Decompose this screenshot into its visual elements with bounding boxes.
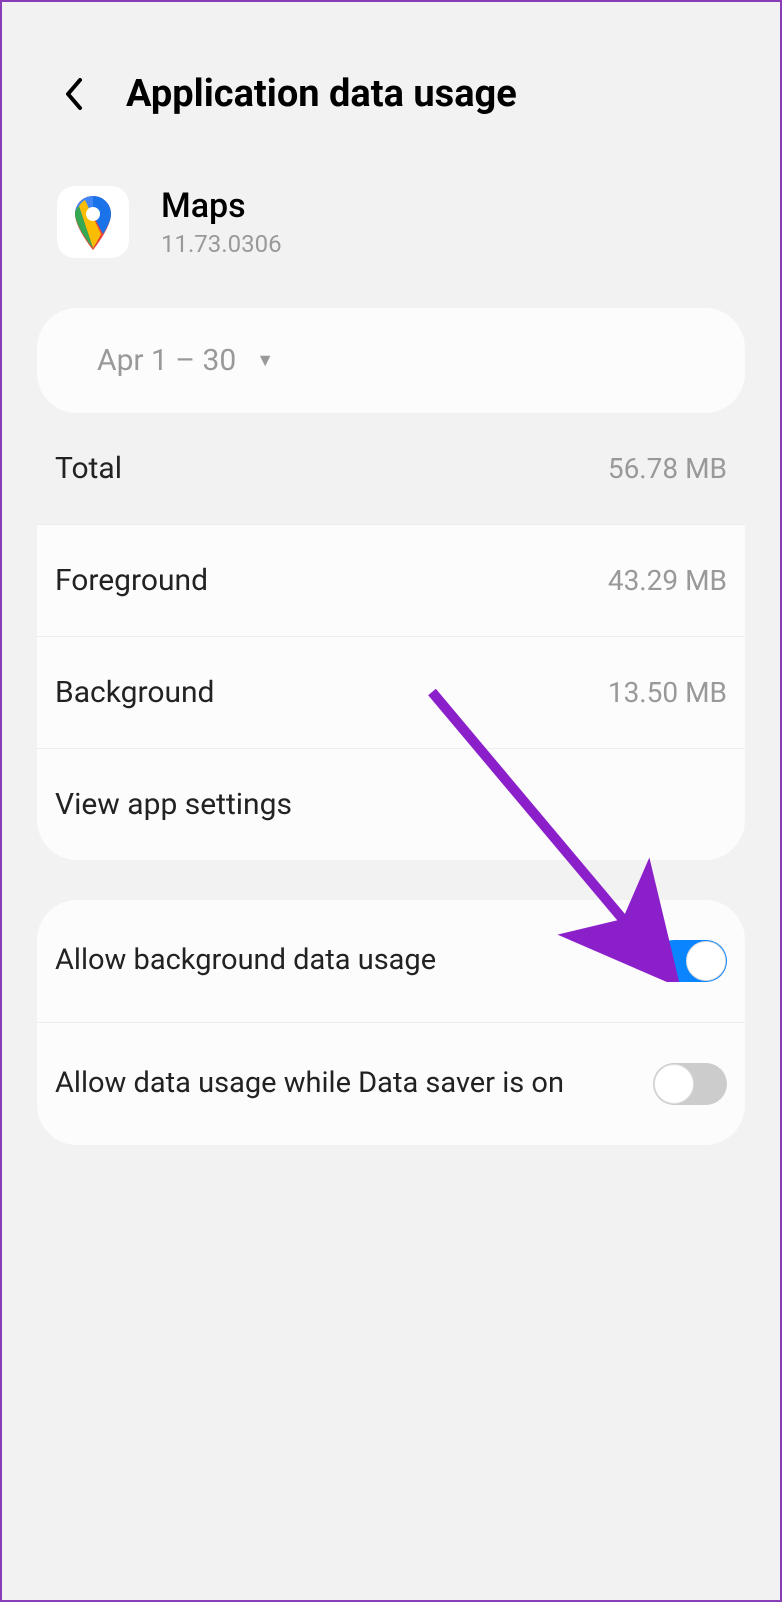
toggle-row-allow-data-saver[interactable]: Allow data usage while Data saver is on — [37, 1023, 745, 1145]
stat-row-foreground: Foreground 43.29 MB — [37, 525, 745, 637]
toggle-label: Allow background data usage — [55, 941, 653, 980]
stat-value: 13.50 MB — [608, 676, 727, 709]
view-app-settings-link[interactable]: View app settings — [37, 749, 745, 860]
chevron-down-icon: ▼ — [256, 350, 274, 371]
toggle-switch[interactable] — [653, 940, 727, 982]
stat-value: 56.78 MB — [608, 452, 727, 485]
app-name: Maps — [161, 186, 282, 226]
toggle-knob — [654, 1064, 694, 1104]
page-title: Application data usage — [126, 72, 517, 116]
app-info: Maps 11.73.0306 — [2, 166, 780, 288]
app-text: Maps 11.73.0306 — [161, 186, 282, 258]
toggle-knob — [686, 941, 726, 981]
stats-card: Total 56.78 MB Foreground 43.29 MB Backg… — [37, 413, 745, 860]
period-label: Apr 1 – 30 — [97, 343, 236, 378]
link-label: View app settings — [55, 787, 292, 822]
toggle-switch[interactable] — [653, 1063, 727, 1105]
stat-label: Total — [55, 451, 122, 486]
stat-row-total: Total 56.78 MB — [37, 413, 745, 525]
toggle-row-allow-background[interactable]: Allow background data usage — [37, 900, 745, 1023]
stat-row-background: Background 13.50 MB — [37, 637, 745, 749]
stat-value: 43.29 MB — [608, 564, 727, 597]
toggle-label: Allow data usage while Data saver is on — [55, 1064, 653, 1103]
back-icon[interactable] — [62, 74, 86, 114]
stat-label: Background — [55, 675, 214, 710]
toggles-card: Allow background data usage Allow data u… — [37, 900, 745, 1145]
header: Application data usage — [2, 2, 780, 166]
app-icon — [57, 186, 129, 258]
stat-label: Foreground — [55, 563, 208, 598]
app-version: 11.73.0306 — [161, 230, 282, 258]
period-selector[interactable]: Apr 1 – 30 ▼ — [37, 308, 745, 413]
